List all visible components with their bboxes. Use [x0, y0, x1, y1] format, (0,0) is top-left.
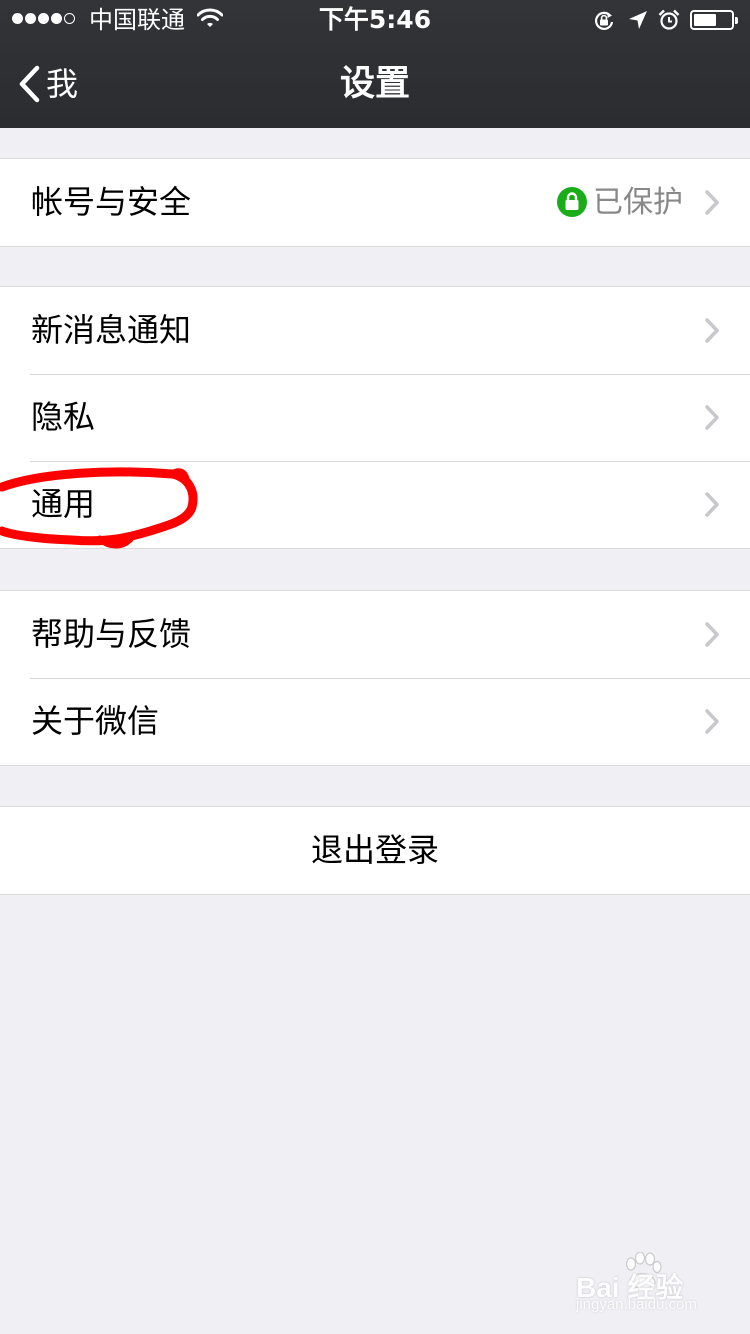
chevron-right-icon: [705, 405, 719, 430]
settings-item-account-security[interactable]: 帐号与安全 已保护: [0, 159, 750, 246]
logout-button[interactable]: 退出登录: [0, 807, 750, 894]
settings-item-label: 通用: [31, 485, 96, 523]
settings-item-label: 帮助与反馈: [31, 615, 192, 653]
logout-group: 退出登录: [0, 806, 750, 895]
battery-icon: [690, 10, 738, 30]
settings-item-label: 关于微信: [31, 702, 160, 740]
settings-item-help-feedback[interactable]: 帮助与反馈: [0, 591, 750, 678]
chevron-right-icon: [705, 622, 719, 647]
settings-group-account: 帐号与安全 已保护: [0, 158, 750, 247]
paw-logo-icon: [625, 1252, 662, 1289]
lock-icon: [557, 187, 587, 217]
settings-group-about: 帮助与反馈 关于微信: [0, 590, 750, 766]
settings-item-privacy[interactable]: 隐私: [0, 374, 750, 461]
watermark-logo-text: Bai 经验: [576, 1272, 684, 1303]
protection-status: 已保护: [593, 185, 683, 220]
location-arrow-icon: [629, 11, 647, 29]
settings-item-label: 新消息通知: [31, 311, 192, 349]
top-bar: 中国联通 下午5:46 我 设置: [0, 0, 750, 128]
watermark-url: jingyan.baidu.com: [576, 1296, 697, 1313]
settings-item-label: 帐号与安全: [31, 183, 192, 221]
settings-item-new-message-notification[interactable]: 新消息通知: [0, 287, 750, 374]
settings-item-about-wechat[interactable]: 关于微信: [0, 678, 750, 765]
settings-group-general: 新消息通知 隐私 通用: [0, 286, 750, 549]
page-title: 设置: [339, 64, 410, 104]
chevron-right-icon: [705, 318, 719, 343]
logout-label: 退出登录: [310, 831, 439, 869]
alarm-icon: [658, 9, 680, 30]
settings-item-general[interactable]: 通用: [0, 461, 750, 548]
settings-item-label: 隐私: [31, 398, 96, 436]
rotation-lock-icon: [595, 11, 614, 30]
status-bar: 中国联通 下午5:46: [0, 0, 750, 40]
navigation-bar: 我 设置: [0, 40, 750, 128]
chevron-right-icon: [705, 492, 719, 517]
chevron-right-icon: [705, 709, 719, 734]
chevron-right-icon: [705, 190, 719, 215]
